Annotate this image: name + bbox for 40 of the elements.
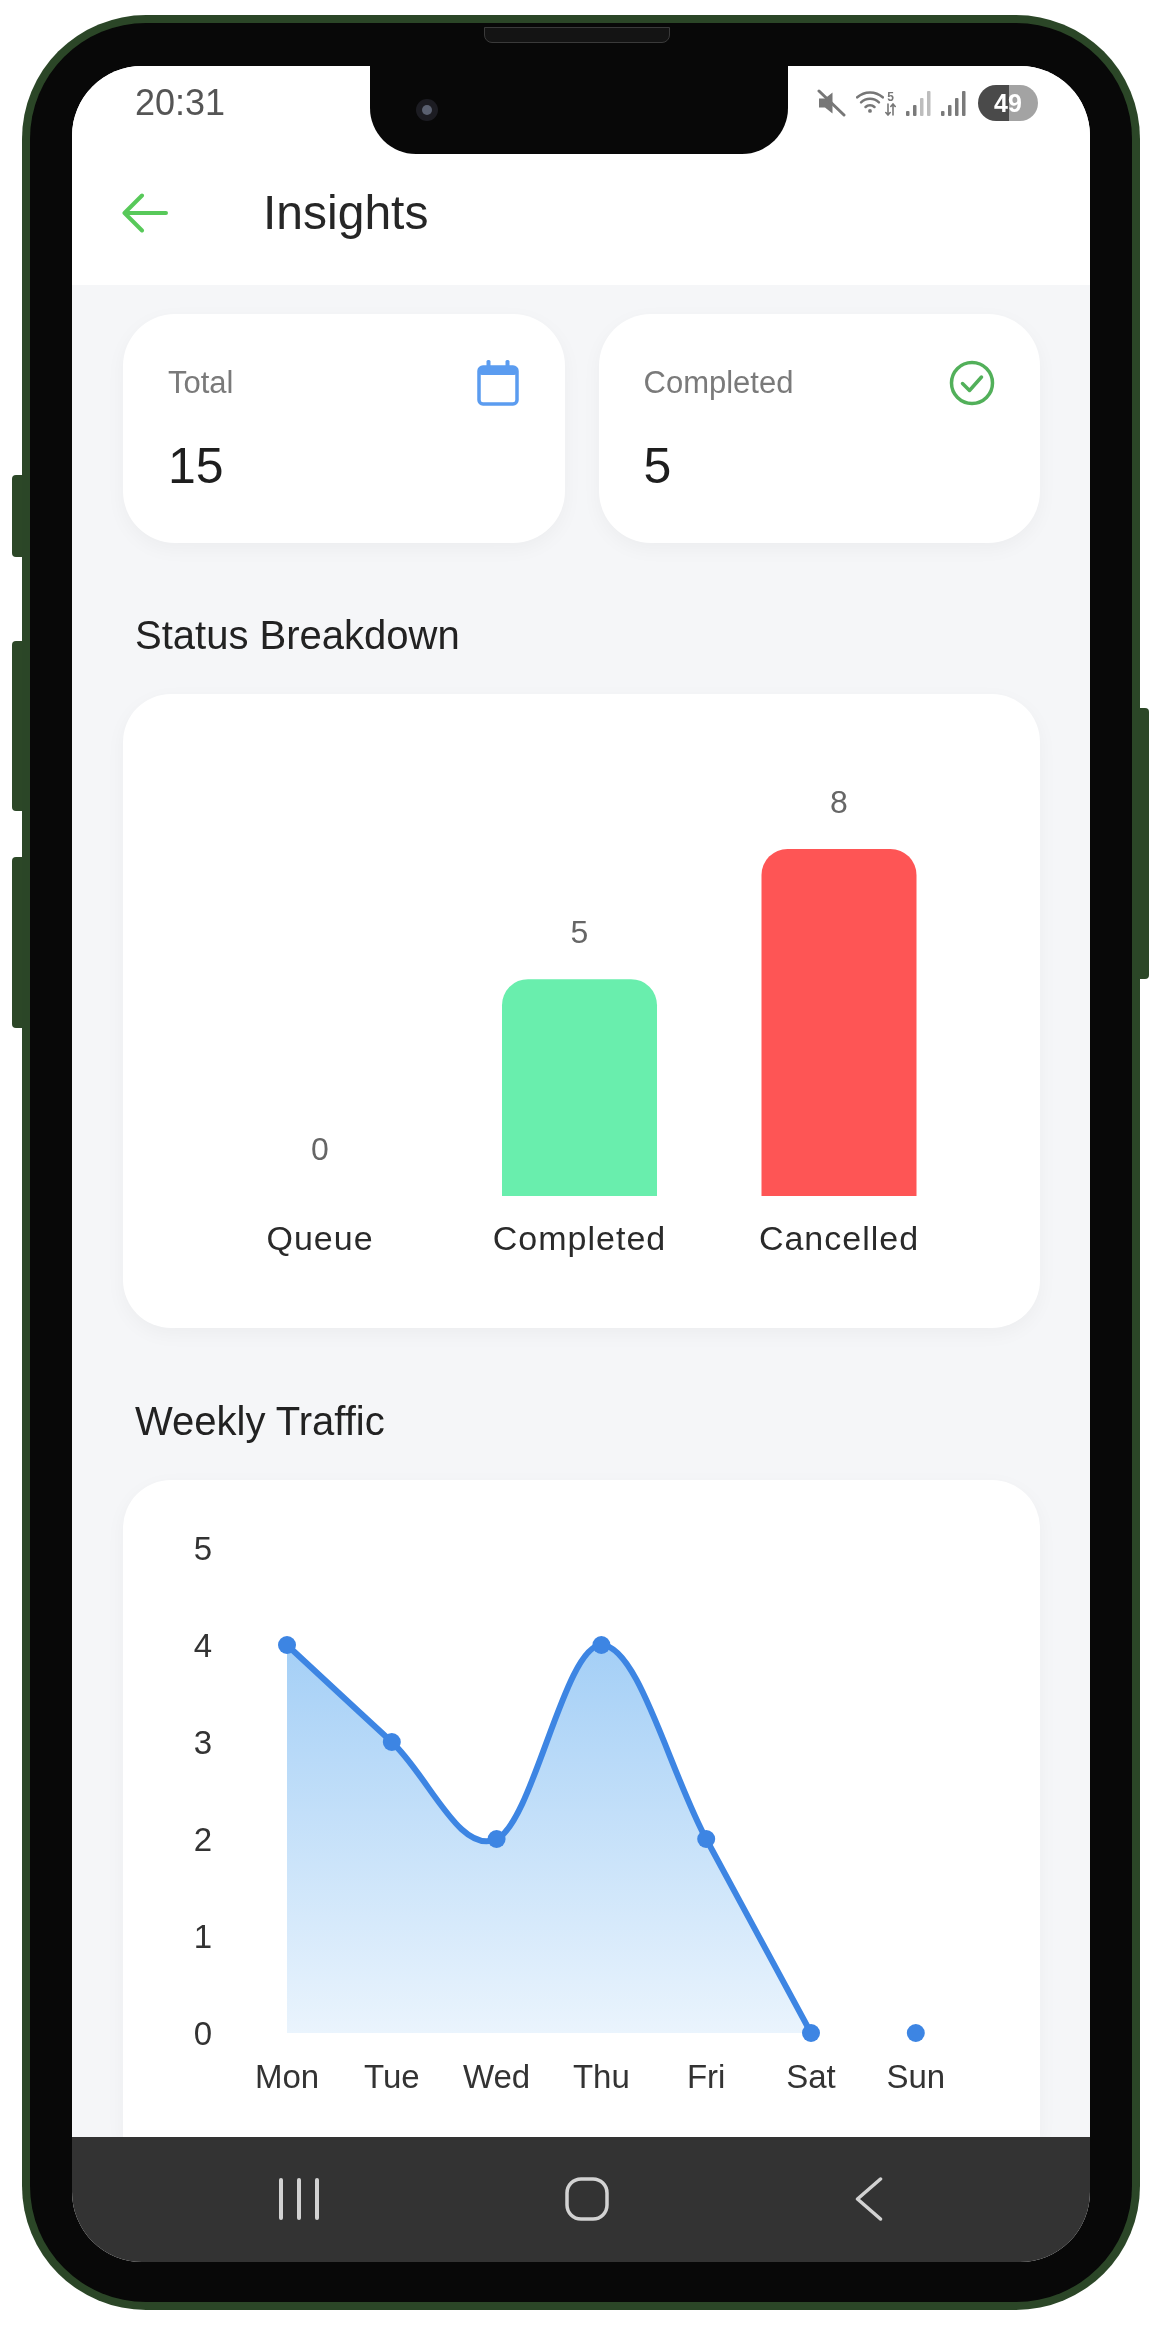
home-icon[interactable] <box>565 2176 609 2221</box>
category-label: Cancelled <box>758 1219 920 1257</box>
page-title: Insights <box>263 184 429 241</box>
data-arrows-icon <box>885 102 896 116</box>
bar-value-label: 0 <box>311 1131 329 1167</box>
battery-indicator: 49 <box>978 85 1038 121</box>
section-title: Status Breakdown <box>135 613 460 657</box>
stat-value: 15 <box>168 437 224 496</box>
y-axis-label: 4 <box>193 1626 213 1664</box>
x-axis-label: Mon <box>254 2057 320 2095</box>
category-label: Queue <box>266 1219 374 1257</box>
wifi-icon <box>856 90 884 113</box>
y-axis-label: 1 <box>193 1917 213 1955</box>
bar-value-label: 8 <box>830 784 848 820</box>
y-axis-label: 3 <box>193 1723 213 1761</box>
calendar-icon <box>475 359 520 407</box>
section-title: Weekly Traffic <box>135 1399 385 1443</box>
camera-icon <box>416 99 438 121</box>
recent-apps-icon[interactable] <box>279 2177 319 2220</box>
stat-label: Total <box>168 364 234 402</box>
y-axis-label: 0 <box>193 2014 213 2052</box>
category-label: Completed <box>492 1219 667 1257</box>
x-axis-label: Tue <box>364 2057 420 2095</box>
x-axis-label: Thu <box>572 2057 630 2095</box>
status-time: 20:31 <box>135 83 226 123</box>
y-axis-label: 2 <box>193 1820 213 1858</box>
x-axis-label: Wed <box>462 2057 531 2095</box>
signal-icon <box>906 90 931 116</box>
muted-speaker-icon <box>816 89 846 117</box>
check-circle-icon <box>949 360 995 406</box>
x-axis-label: Fri <box>686 2057 726 2095</box>
x-axis-label: Sun <box>886 2057 946 2095</box>
y-axis-label: 5 <box>193 1529 213 1567</box>
signal-icon <box>941 90 966 116</box>
wifi-band-label: 5 <box>887 90 894 103</box>
stat-label: Completed <box>643 364 794 402</box>
x-axis-label: Sat <box>786 2057 836 2095</box>
bar-value-label: 5 <box>570 914 589 951</box>
back-icon[interactable] <box>855 2176 883 2221</box>
stat-value: 5 <box>643 437 672 496</box>
